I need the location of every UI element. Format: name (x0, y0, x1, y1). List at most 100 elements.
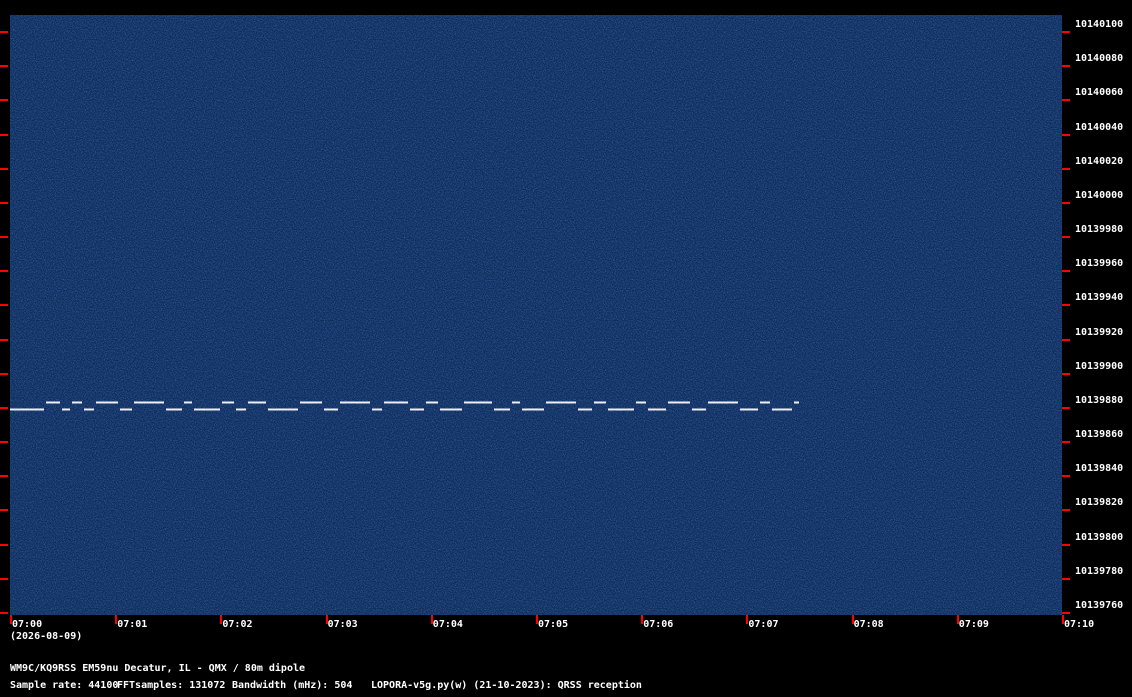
freq-label: 10139980 (1075, 224, 1124, 236)
freq-tick-right (1062, 236, 1070, 239)
trace-segment (120, 408, 132, 411)
trace-segment (648, 408, 666, 411)
freq-tick-left (0, 201, 8, 204)
trace-segment (594, 401, 606, 404)
freq-tick-right (1062, 509, 1070, 512)
trace-segment (62, 408, 70, 411)
trace-segment (636, 401, 646, 404)
trace-segment (300, 401, 322, 404)
trace-segment (464, 401, 492, 404)
freq-tick-left (0, 543, 8, 546)
freq-tick-left (0, 99, 8, 102)
waterfall-canvas (10, 15, 1062, 615)
freq-label: 10139960 (1075, 258, 1124, 270)
lopora-window: 10140100 10140080 10140060 10140040 1014… (0, 0, 1132, 697)
freq-tick-right (1062, 612, 1070, 614)
freq-label: 10139900 (1075, 360, 1124, 372)
freq-tick-left (0, 65, 8, 68)
freq-label: 10140040 (1075, 121, 1124, 133)
trace-segment (194, 408, 220, 411)
freq-tick-left (0, 509, 8, 512)
time-label: 07:02 (222, 619, 253, 630)
freq-label: 10139820 (1075, 497, 1124, 509)
trace-segment (72, 401, 82, 404)
trace-segment (340, 401, 370, 404)
freq-tick-left (0, 236, 8, 239)
time-label: 07:05 (538, 619, 569, 630)
trace-segment (760, 401, 770, 404)
freq-tick-left (0, 441, 8, 444)
freq-tick-right (1062, 167, 1070, 170)
time-label: 07:03 (327, 619, 358, 630)
freq-tick-left (0, 406, 8, 409)
freq-tick-right (1062, 99, 1070, 102)
trace-segment (324, 408, 338, 411)
fft-samples-info: FFTsamples: 131072 (117, 680, 226, 691)
time-label: 07:09 (958, 619, 989, 630)
trace-segment (268, 408, 298, 411)
freq-label: 10139860 (1075, 429, 1124, 441)
time-label: 07:06 (643, 619, 674, 630)
time-label: 07:10 (1064, 619, 1095, 630)
freq-tick-left (0, 304, 8, 307)
freq-label: 10139940 (1075, 292, 1124, 304)
freq-label: 10139840 (1075, 463, 1124, 475)
trace-segment (10, 408, 44, 411)
freq-tick-right (1062, 133, 1070, 136)
trace-segment (522, 408, 544, 411)
freq-tick-left (0, 31, 8, 33)
station-info: WM9C/KQ9RSS EM59nu Decatur, IL - QMX / 8… (10, 663, 306, 674)
freq-tick-left (0, 167, 8, 170)
freq-label: 10140080 (1075, 53, 1124, 65)
freq-tick-right (1062, 304, 1070, 307)
freq-tick-right (1062, 475, 1070, 478)
freq-tick-right (1062, 372, 1070, 375)
trace-segment (794, 401, 799, 404)
trace-segment (96, 401, 118, 404)
date-label: (2026-08-09) (10, 631, 83, 642)
freq-label: 10140000 (1075, 189, 1124, 201)
freq-tick-left (0, 372, 8, 375)
time-label: 07:00 (12, 619, 43, 630)
trace-segment (546, 401, 576, 404)
time-label: 07:08 (853, 619, 884, 630)
freq-tick-left (0, 133, 8, 136)
trace-segment (668, 401, 690, 404)
freq-label: 10140060 (1075, 87, 1124, 99)
trace-segment (692, 408, 706, 411)
trace-segment (236, 408, 246, 411)
freq-tick-right (1062, 65, 1070, 68)
trace-segment (740, 408, 758, 411)
trace-segment (248, 401, 266, 404)
trace-segment (384, 401, 408, 404)
trace-segment (46, 401, 60, 404)
trace-segment (372, 408, 382, 411)
freq-label: 10139920 (1075, 326, 1124, 338)
trace-segment (440, 408, 462, 411)
freq-tick-right (1062, 543, 1070, 546)
freq-tick-right (1062, 338, 1070, 341)
trace-segment (494, 408, 510, 411)
trace-segment (84, 408, 94, 411)
time-label: 07:04 (432, 619, 463, 630)
trace-segment (222, 401, 234, 404)
sample-rate-info: Sample rate: 44100 (10, 680, 119, 691)
waterfall-noise (10, 15, 1062, 615)
freq-label: 10140020 (1075, 155, 1124, 167)
trace-segment (512, 401, 520, 404)
freq-tick-right (1062, 31, 1070, 33)
freq-label: 10140100 (1075, 19, 1124, 30)
freq-tick-right (1062, 201, 1070, 204)
bandwidth-info: Bandwidth (mHz): 504 (232, 680, 353, 691)
time-label: 07:07 (748, 619, 779, 630)
trace-segment (426, 401, 438, 404)
freq-tick-right (1062, 577, 1070, 580)
trace-segment (134, 401, 164, 404)
freq-tick-left (0, 270, 8, 273)
freq-tick-left (0, 577, 8, 580)
freq-tick-right (1062, 406, 1070, 409)
time-label: 07:01 (117, 619, 148, 630)
freq-tick-left (0, 612, 8, 614)
trace-segment (184, 401, 192, 404)
freq-tick-right (1062, 441, 1070, 444)
